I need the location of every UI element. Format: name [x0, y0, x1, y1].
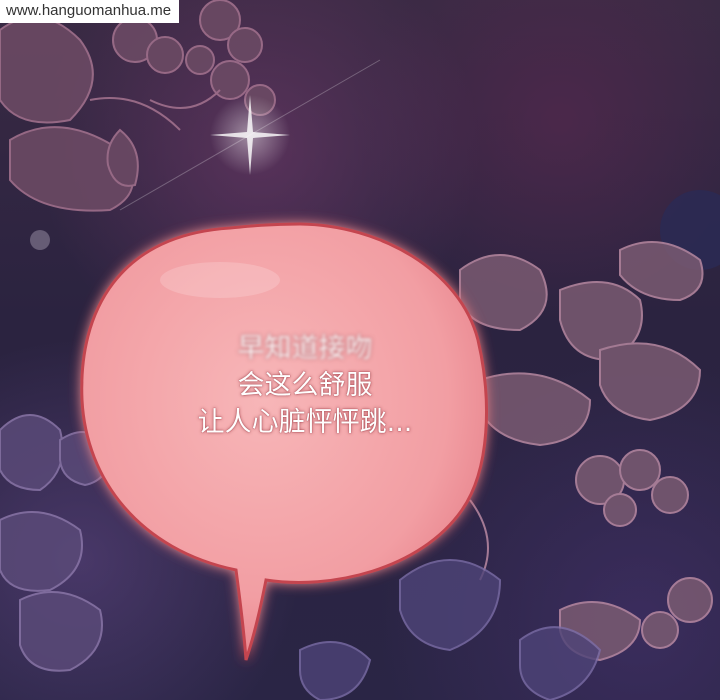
speech-bubble-shape [80, 222, 488, 661]
bubble-text: 早知道接吻 会这么舒服 让人心脏怦怦跳... [110, 330, 500, 441]
bubble-line-3: 让人心脏怦怦跳... [197, 407, 413, 438]
watermark: www.hanguomanhua.me [0, 0, 180, 23]
bubble-highlight [160, 262, 280, 298]
comic-panel: 早知道接吻 会这么舒服 让人心脏怦怦跳... www.hanguomanhua.… [0, 0, 720, 700]
bubble-line-2: 会这么舒服 [237, 370, 373, 401]
bubble-line-1: 早知道接吻 [237, 333, 373, 364]
